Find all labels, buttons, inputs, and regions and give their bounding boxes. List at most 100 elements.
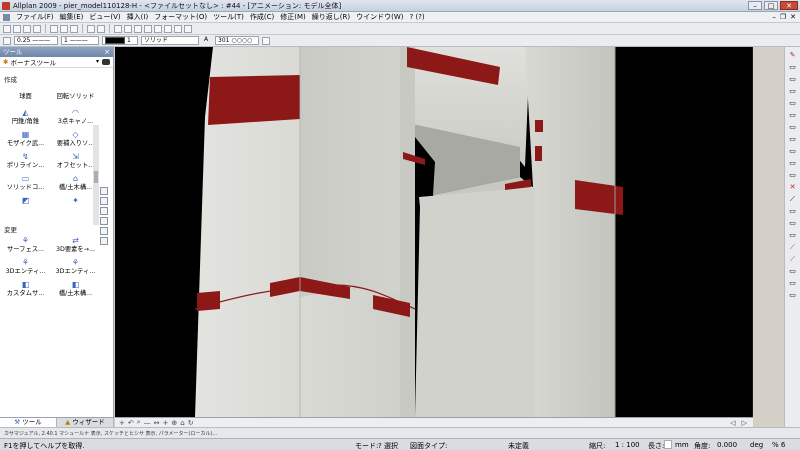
tool-3pt-canopy[interactable]: ◠ 3点キャノ... bbox=[52, 108, 99, 130]
menu-file[interactable]: ファイル(F) bbox=[13, 12, 57, 22]
tool-3d-convert[interactable]: ⇄ 3D要素を→... bbox=[52, 236, 99, 258]
ruler-icon[interactable]: ▭ bbox=[788, 291, 797, 300]
ruler-icon[interactable]: ▭ bbox=[788, 99, 797, 108]
new-file-icon[interactable] bbox=[3, 24, 11, 33]
menu-repeat[interactable]: 繰り返し(R) bbox=[309, 12, 353, 22]
ruler-icon[interactable]: ▭ bbox=[788, 147, 797, 156]
drawing-file-icon[interactable] bbox=[144, 24, 152, 33]
doc-close-button[interactable]: ✕ bbox=[790, 13, 796, 21]
previous-view-icon[interactable]: ◁ bbox=[730, 419, 735, 427]
move-icon[interactable] bbox=[114, 24, 122, 33]
undo-view-icon[interactable]: ↶ bbox=[128, 419, 134, 427]
layer-settings-icon[interactable] bbox=[262, 36, 270, 45]
tool-extra-2[interactable]: ✦ bbox=[52, 196, 99, 218]
menu-window[interactable]: ウインドウ(W) bbox=[353, 12, 406, 22]
binoculars-icon[interactable] bbox=[102, 59, 110, 65]
menu-modify[interactable]: 修正(M) bbox=[277, 12, 309, 22]
properties-icon[interactable] bbox=[124, 24, 132, 33]
save-icon[interactable] bbox=[23, 24, 31, 33]
tool-polyline[interactable]: ↯ ポリライン... bbox=[2, 152, 49, 174]
tool-offset[interactable]: ⇲ オフセット... bbox=[52, 152, 99, 174]
cut-icon[interactable] bbox=[50, 24, 58, 33]
ruler-icon[interactable]: ▭ bbox=[788, 231, 797, 240]
zoom-window-icon[interactable]: ⌕ bbox=[137, 418, 141, 427]
copy-icon[interactable] bbox=[60, 24, 68, 33]
length-field[interactable] bbox=[664, 440, 672, 449]
tool-3d-entity-2[interactable]: ⚘ 3Dエンティ... bbox=[52, 258, 99, 280]
tool-solid-with-elements[interactable]: ◇ 要補入りソ... bbox=[52, 130, 99, 152]
tool-custom-surface[interactable]: ◧ カスタムサ... bbox=[2, 280, 49, 302]
print-icon[interactable] bbox=[33, 24, 41, 33]
menu-create[interactable]: 作成(C) bbox=[247, 12, 277, 22]
menu-format[interactable]: フォーマット(O) bbox=[151, 12, 210, 22]
tool-extra-1[interactable]: ◩ bbox=[2, 196, 49, 218]
ruler-icon[interactable]: ▭ bbox=[788, 267, 797, 276]
animation-viewport[interactable] bbox=[115, 47, 753, 417]
next-view-icon[interactable]: ▷ bbox=[742, 419, 747, 427]
pencil-icon[interactable]: ✎ bbox=[788, 51, 797, 60]
dock-icon[interactable] bbox=[100, 237, 108, 245]
ruler-icon[interactable]: ▭ bbox=[788, 279, 797, 288]
tool-solid-component[interactable]: ▭ ソリッドコ... bbox=[2, 174, 49, 196]
zoom-out-icon[interactable]: — bbox=[144, 419, 151, 427]
refresh-icon[interactable]: ↻ bbox=[188, 419, 194, 427]
dock-icon[interactable] bbox=[100, 207, 108, 215]
fill-style-select[interactable]: ソリッド bbox=[141, 36, 199, 45]
layer-select[interactable]: 301 ○○○○ bbox=[215, 36, 259, 45]
ruler-icon[interactable]: ▭ bbox=[788, 135, 797, 144]
cube-icon[interactable] bbox=[174, 24, 182, 33]
close-button[interactable]: ✕ bbox=[780, 1, 798, 10]
scrollbar-thumb[interactable] bbox=[94, 171, 98, 183]
hide-icon[interactable] bbox=[184, 24, 192, 33]
chevron-down-icon[interactable]: ▾ bbox=[96, 58, 99, 65]
color-select[interactable]: 1 bbox=[102, 36, 138, 45]
scale-value[interactable]: 1 : 100 bbox=[615, 441, 640, 449]
tool-cone-pyramid[interactable]: ◭ 円錐/角錐 bbox=[2, 108, 49, 130]
menu-insert[interactable]: 挿入(I) bbox=[124, 12, 152, 22]
tab-tools[interactable]: ⚒ ツール bbox=[0, 418, 57, 427]
line-type-select[interactable]: 1 ——— bbox=[61, 36, 99, 45]
minimize-button[interactable]: – bbox=[748, 1, 762, 10]
dock-icon[interactable] bbox=[100, 217, 108, 225]
add-view-icon[interactable]: + bbox=[163, 419, 169, 427]
render-icon[interactable] bbox=[164, 24, 172, 33]
drawing-type-value[interactable]: 未定義 bbox=[508, 441, 529, 450]
menu-help[interactable]: ? (?) bbox=[407, 13, 428, 21]
dock-icon[interactable] bbox=[100, 187, 108, 195]
tab-wizard[interactable]: ▲ ウィザード bbox=[57, 418, 114, 427]
undo-icon[interactable] bbox=[87, 24, 95, 33]
delete-icon[interactable]: ✕ bbox=[788, 183, 797, 192]
document-icon[interactable] bbox=[3, 13, 10, 21]
ruler-icon[interactable]: ▭ bbox=[788, 111, 797, 120]
angle-value[interactable]: 0.000 bbox=[717, 441, 737, 449]
tool-bridge-civil[interactable]: ⌂ 橋/土木構... bbox=[52, 174, 99, 196]
open-file-icon[interactable] bbox=[13, 24, 21, 33]
ruler-icon[interactable]: ▭ bbox=[788, 87, 797, 96]
view-icon[interactable] bbox=[154, 24, 162, 33]
palette-scrollbar[interactable] bbox=[93, 125, 99, 225]
pen-thickness-select[interactable]: 0.25 ——— bbox=[14, 36, 58, 45]
tool-3d-entity-1[interactable]: ⚘ 3Dエンティ... bbox=[2, 258, 49, 280]
pan-icon[interactable]: ↔ bbox=[154, 419, 160, 427]
ruler-icon[interactable]: ▭ bbox=[788, 63, 797, 72]
ruler-icon[interactable]: ▭ bbox=[788, 219, 797, 228]
wand-icon[interactable]: ⟋ bbox=[788, 195, 797, 204]
ruler-icon[interactable]: ▭ bbox=[788, 75, 797, 84]
ruler-icon[interactable]: ▭ bbox=[788, 171, 797, 180]
paste-icon[interactable] bbox=[70, 24, 78, 33]
length-unit[interactable]: mm bbox=[675, 441, 689, 449]
brush-icon[interactable]: ⟋ bbox=[788, 255, 797, 264]
tool-surface[interactable]: ⚘ サーフェス... bbox=[2, 236, 49, 258]
layer-icon[interactable] bbox=[134, 24, 142, 33]
ruler-icon[interactable]: ▭ bbox=[788, 123, 797, 132]
palette-close-icon[interactable]: × bbox=[104, 47, 110, 57]
doc-minimize-button[interactable]: – bbox=[772, 13, 776, 21]
zoom-in-icon[interactable]: + bbox=[119, 419, 125, 427]
dock-icon[interactable] bbox=[100, 227, 108, 235]
toolset-selector[interactable]: ✱ ボーナスツール ▾ bbox=[0, 57, 113, 68]
tool-revolve-solid[interactable]: 回転ソリッド bbox=[52, 86, 99, 108]
brush-icon[interactable]: ⟋ bbox=[788, 243, 797, 252]
menu-tools[interactable]: ツール(T) bbox=[210, 12, 247, 22]
home-view-icon[interactable]: ⌂ bbox=[180, 419, 184, 427]
menu-edit[interactable]: 編集(E) bbox=[57, 12, 87, 22]
